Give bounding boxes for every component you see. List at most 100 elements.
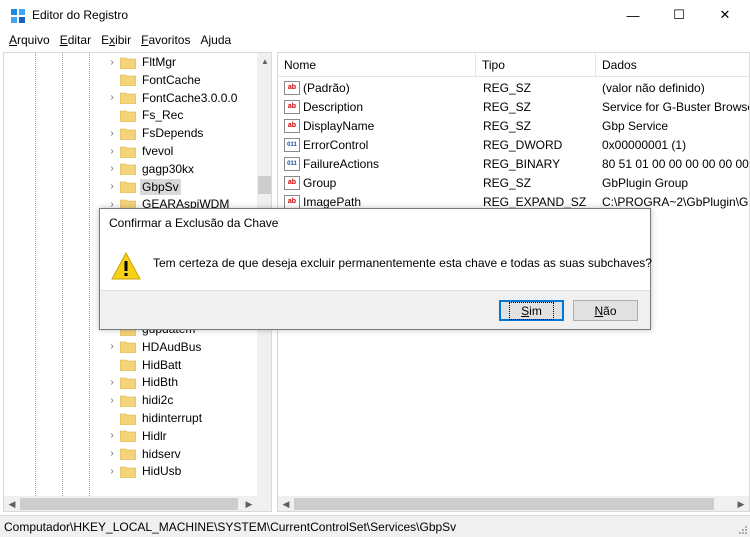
chevron-right-icon[interactable]: ›: [104, 377, 120, 388]
value-name-cell: ab DisplayName: [284, 116, 474, 135]
tree-item[interactable]: › gagp30kx: [104, 160, 196, 178]
list-header: Nome Tipo Dados: [278, 53, 749, 77]
value-name: ErrorControl: [303, 137, 369, 152]
regedit-app-icon: [11, 9, 25, 23]
tree-item[interactable]: › FontCache3.0.0.0: [104, 89, 239, 107]
menu-item-ajuda[interactable]: Ajuda: [195, 33, 236, 47]
tree-item[interactable]: › HidBth: [104, 373, 180, 391]
menu-item-arquivo[interactable]: Arquivo: [4, 33, 55, 47]
minimize-button[interactable]: —: [610, 0, 656, 30]
value-data: 0x00000001 (1): [602, 137, 687, 152]
chevron-right-icon[interactable]: ›: [104, 57, 120, 68]
warning-icon: [111, 251, 141, 280]
folder-icon: [120, 128, 136, 140]
scroll-right-icon[interactable]: ▶: [733, 496, 749, 511]
value-data: (valor não definido): [602, 80, 705, 95]
chevron-right-icon[interactable]: ›: [104, 448, 120, 459]
string-value-icon: ab: [284, 175, 300, 190]
tree-item-label: Fs_Rec: [142, 108, 184, 123]
tree-scroll-thumb[interactable]: [258, 176, 271, 194]
yes-button[interactable]: Sim: [499, 300, 564, 321]
value-row[interactable]: ab DisplayName REG_SZ Gbp Service: [278, 116, 749, 135]
folder-icon: [120, 146, 136, 158]
no-button[interactable]: Não: [573, 300, 638, 321]
tree-item[interactable]: HidBatt: [104, 356, 183, 374]
value-type: REG_BINARY: [483, 156, 561, 171]
chevron-right-icon[interactable]: ›: [104, 163, 120, 174]
chevron-right-icon[interactable]: ›: [104, 128, 120, 139]
tree-item-label: FontCache: [142, 72, 201, 87]
binary-value-icon: 011: [284, 137, 300, 152]
menu-bar: Arquivo Editar Exibir Favoritos Ajuda: [0, 30, 750, 50]
folder-icon: [120, 74, 136, 87]
tree-item[interactable]: › hidserv: [104, 445, 183, 463]
value-row[interactable]: ab Group REG_SZ GbPlugin Group: [278, 173, 749, 192]
value-name-cell: ab Group: [284, 173, 474, 192]
tree-item-label: hidi2c: [142, 393, 174, 408]
tree-hscroll-thumb[interactable]: [20, 498, 238, 510]
value-name-cell: ab (Padrão): [284, 78, 474, 97]
tree-item-label: HidBatt: [142, 357, 182, 372]
folder-icon: [120, 359, 136, 372]
chevron-right-icon[interactable]: ›: [104, 146, 120, 157]
chevron-right-icon[interactable]: ›: [104, 395, 120, 406]
column-header-type[interactable]: Tipo: [476, 53, 596, 77]
value-data: GbPlugin Group: [602, 175, 689, 190]
tree-item[interactable]: › FsDepends: [104, 124, 205, 142]
column-header-data[interactable]: Dados: [596, 53, 749, 77]
tree-item[interactable]: › FltMgr: [104, 53, 178, 71]
tree-item[interactable]: › HidUsb: [104, 462, 183, 480]
value-row[interactable]: ab Description REG_SZ Service for G-Buster …: [278, 97, 750, 116]
value-name: (Padrão): [303, 80, 350, 95]
value-name: Group: [303, 175, 337, 190]
folder-icon: [120, 181, 136, 194]
tree-guide-lines: [35, 53, 90, 496]
resize-grip-icon[interactable]: [738, 525, 748, 535]
value-data: Service for G-Buster Browser: [602, 99, 750, 114]
tree-item[interactable]: › HDAudBus: [104, 338, 203, 356]
dialog-message: Tem certeza de que deseja excluir perman…: [153, 256, 652, 270]
menu-item-editar[interactable]: Editar: [55, 33, 96, 47]
maximize-icon: ☐: [673, 7, 685, 22]
tree-item[interactable]: Fs_Rec: [104, 106, 185, 124]
value-row[interactable]: 011 FailureActions REG_BINARY 80 51 01 00 0…: [278, 154, 749, 173]
tree-item-label: GbpSv: [140, 178, 181, 195]
tree-item[interactable]: hidinterrupt: [104, 409, 204, 427]
string-value-icon: ab: [284, 80, 300, 95]
folder-icon: [120, 466, 136, 478]
close-button[interactable]: ✕: [702, 0, 748, 30]
chevron-right-icon[interactable]: ›: [104, 430, 120, 441]
chevron-right-icon[interactable]: ›: [104, 466, 120, 477]
maximize-button[interactable]: ☐: [656, 0, 702, 30]
chevron-right-icon[interactable]: ›: [104, 92, 120, 103]
status-bar: Computador\HKEY_LOCAL_MACHINE\SYSTEM\Cur…: [0, 515, 750, 537]
list-horizontal-scrollbar[interactable]: ◀ ▶: [278, 496, 749, 511]
column-header-name[interactable]: Nome: [278, 53, 476, 77]
scroll-right-icon[interactable]: ▶: [241, 496, 257, 511]
list-hscroll-thumb[interactable]: [294, 498, 714, 510]
scroll-up-icon[interactable]: ▲: [257, 53, 271, 69]
value-type: REG_SZ: [483, 175, 532, 190]
value-name: Description: [303, 99, 364, 114]
folder-icon: [120, 92, 136, 105]
tree-horizontal-scrollbar[interactable]: ◀ ▶: [4, 496, 257, 511]
tree-item[interactable]: › GbpSv: [104, 178, 181, 196]
tree-item-label: FsDepends: [142, 126, 204, 141]
scroll-left-icon[interactable]: ◀: [4, 496, 20, 511]
menu-item-exibir[interactable]: Exibir: [96, 33, 136, 47]
chevron-right-icon[interactable]: ›: [104, 341, 120, 352]
folder-icon: [120, 110, 136, 122]
tree-item[interactable]: › hidi2c: [104, 391, 175, 409]
tree-item[interactable]: FontCache: [104, 71, 203, 89]
tree-item[interactable]: › fvevol: [104, 142, 175, 160]
value-row[interactable]: 011 ErrorControl REG_DWORD 0x00000001 (1): [278, 135, 749, 154]
tree-item-label: hidinterrupt: [142, 411, 203, 425]
scroll-left-icon[interactable]: ◀: [278, 496, 294, 511]
dialog-title: Confirmar a Exclusão da Chave: [109, 216, 279, 230]
title-bar: Editor do Registro — ☐ ✕: [0, 0, 750, 30]
folder-icon: [120, 57, 136, 69]
chevron-right-icon[interactable]: ›: [104, 181, 120, 192]
tree-item[interactable]: › Hidlr: [104, 427, 169, 445]
menu-item-favoritos[interactable]: Favoritos: [136, 33, 195, 47]
value-row[interactable]: ab (Padrão) REG_SZ (valor não definido): [278, 78, 749, 97]
